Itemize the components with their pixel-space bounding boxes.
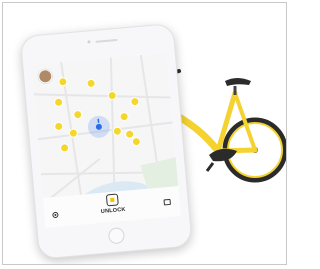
unlock-label: UNLOCK [100, 206, 126, 215]
bike-marker-icon [119, 112, 129, 122]
pedal [205, 162, 215, 172]
bike-marker-icon [54, 97, 64, 107]
bike-marker-icon [54, 121, 64, 131]
locate-icon[interactable] [52, 211, 59, 219]
phone-mockup: UNLOCK [19, 22, 193, 260]
bike-marker-icon [73, 110, 83, 120]
bike-marker-icon [112, 126, 122, 136]
image-frame: UNLOCK [2, 2, 287, 265]
promo-illustration: UNLOCK [3, 3, 286, 264]
wallet-icon[interactable] [163, 198, 171, 206]
app-screen: UNLOCK [31, 52, 181, 228]
bike-marker-icon [86, 78, 96, 88]
bike-marker-icon [60, 143, 70, 153]
scan-unlock-icon [105, 193, 119, 207]
bike-marker-icon [130, 97, 140, 107]
bike-marker-icon [107, 91, 117, 101]
speaker-grille [95, 38, 118, 43]
unlock-button[interactable]: UNLOCK [101, 193, 126, 221]
bike-marker-icon [68, 128, 78, 138]
bike-seat [225, 78, 251, 95]
chain-guard [209, 148, 237, 162]
bike-marker-icon [131, 137, 141, 147]
home-button[interactable] [107, 227, 126, 245]
camera-dot [87, 40, 91, 44]
bike-marker-icon [125, 129, 135, 139]
bike-marker-icon [58, 77, 68, 87]
